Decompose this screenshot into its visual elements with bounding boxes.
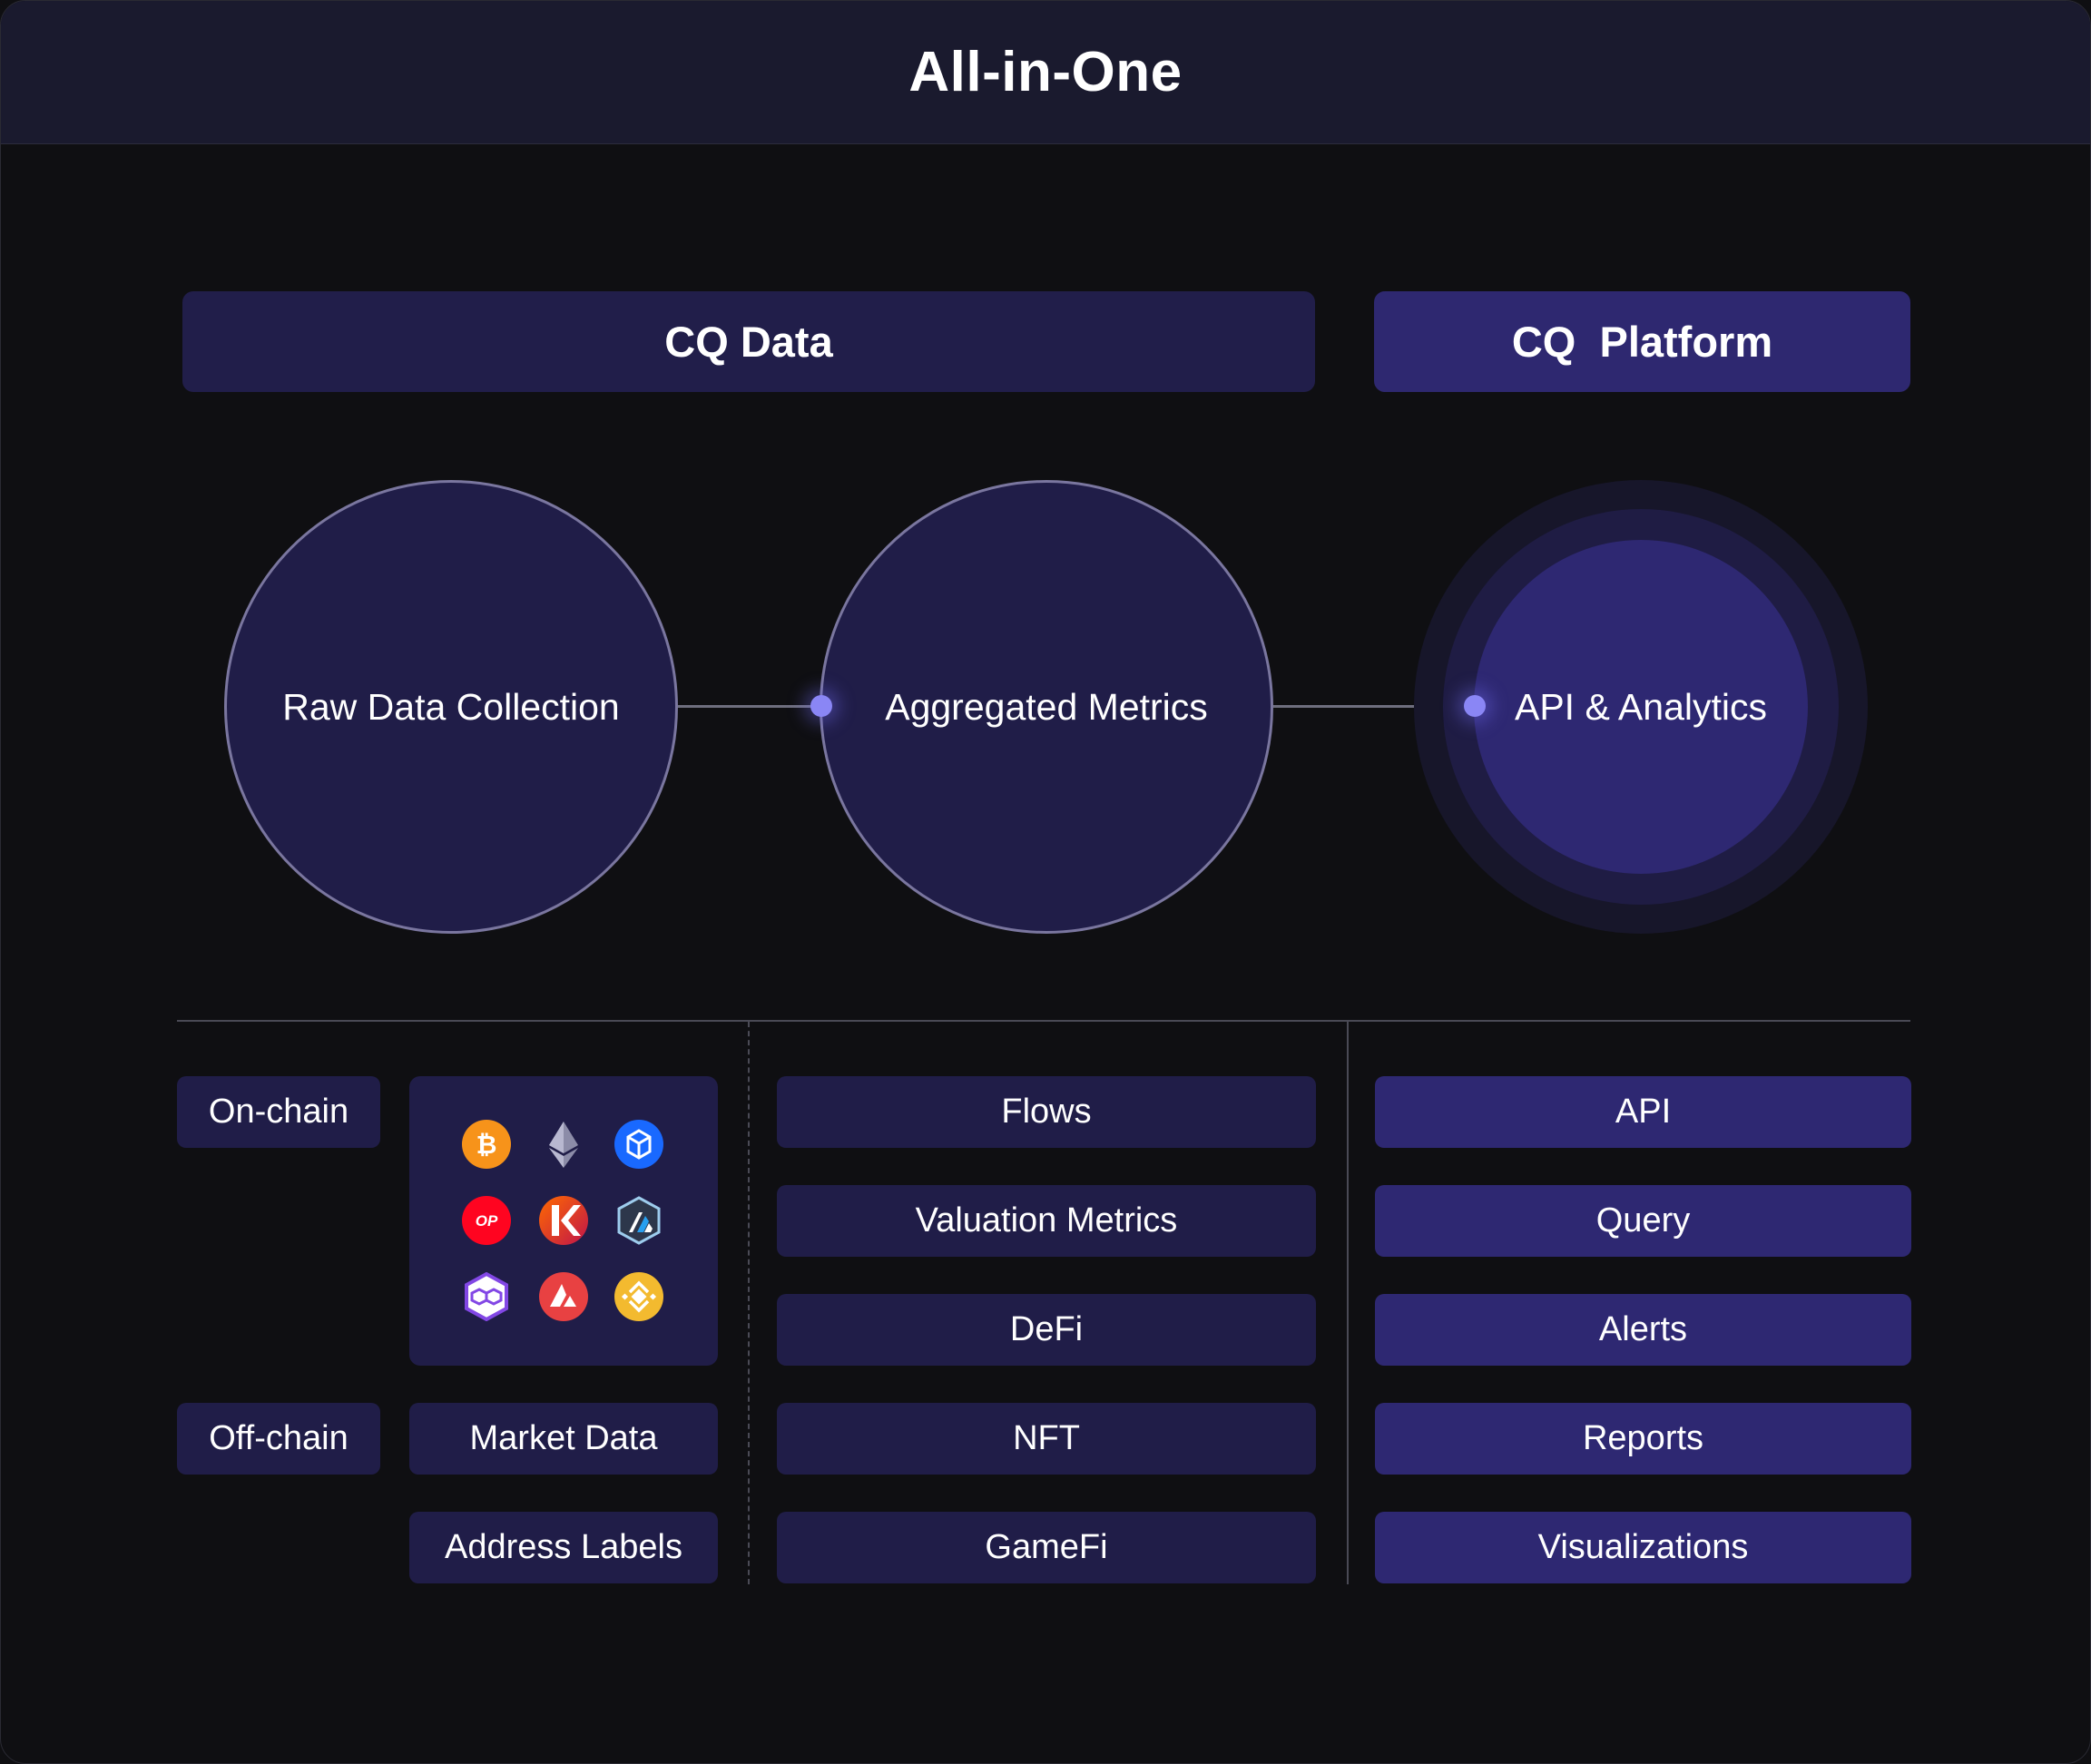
- stage-label: Aggregated Metrics: [885, 685, 1208, 728]
- platform-item: Query: [1375, 1185, 1911, 1257]
- fantom-icon: [614, 1120, 663, 1169]
- connector-dot: [1464, 695, 1486, 717]
- section-divider: [177, 1020, 1910, 1022]
- stage-api-analytics: API & Analytics: [1474, 540, 1808, 874]
- page-title: All-in-One: [908, 41, 1183, 103]
- optimism-icon-text: OP: [476, 1212, 498, 1230]
- connector-dot: [810, 695, 832, 717]
- cq-data-header: CQ Data: [182, 291, 1315, 392]
- offchain-label: Off-chain: [177, 1403, 380, 1475]
- address-labels-item: Address Labels: [409, 1512, 718, 1583]
- platform-item: Alerts: [1375, 1294, 1911, 1366]
- market-data-item: Market Data: [409, 1403, 718, 1475]
- avalanche-icon: [539, 1272, 588, 1321]
- optimism-icon: OP: [462, 1196, 511, 1245]
- svg-text:₿: ₿: [476, 1130, 497, 1160]
- platform-item: API: [1375, 1076, 1911, 1148]
- column-divider: [1347, 1022, 1349, 1584]
- stage-aggregated-metrics: Aggregated Metrics: [820, 480, 1273, 934]
- arbitrum-icon: [617, 1196, 661, 1245]
- platform-item: Visualizations: [1375, 1512, 1911, 1583]
- metric-item: DeFi: [777, 1294, 1316, 1366]
- platform-item: Reports: [1375, 1403, 1911, 1475]
- kava-icon: [539, 1196, 588, 1245]
- polygon-icon: [465, 1272, 508, 1321]
- cq-platform-header: CQ Platform: [1374, 291, 1910, 392]
- diagram-frame: All-in-One CQ Data CQ Platform Raw Data …: [0, 0, 2091, 1764]
- stage-label: API & Analytics: [1514, 685, 1767, 728]
- title-bar: All-in-One: [1, 1, 2090, 144]
- metric-item: NFT: [777, 1403, 1316, 1475]
- metric-item: GameFi: [777, 1512, 1316, 1583]
- column-divider-dashed: [748, 1022, 750, 1584]
- metric-item: Flows: [777, 1076, 1316, 1148]
- connector-line: [676, 705, 821, 708]
- metric-item: Valuation Metrics: [777, 1185, 1316, 1257]
- chain-icons-panel: ₿ OP: [409, 1076, 718, 1366]
- bitcoin-icon: ₿: [462, 1120, 511, 1169]
- stage-raw-data-collection: Raw Data Collection: [224, 480, 678, 934]
- bnb-icon: [614, 1272, 663, 1321]
- stage-label: Raw Data Collection: [282, 685, 620, 728]
- onchain-label: On-chain: [177, 1076, 380, 1148]
- ethereum-icon: [549, 1122, 578, 1168]
